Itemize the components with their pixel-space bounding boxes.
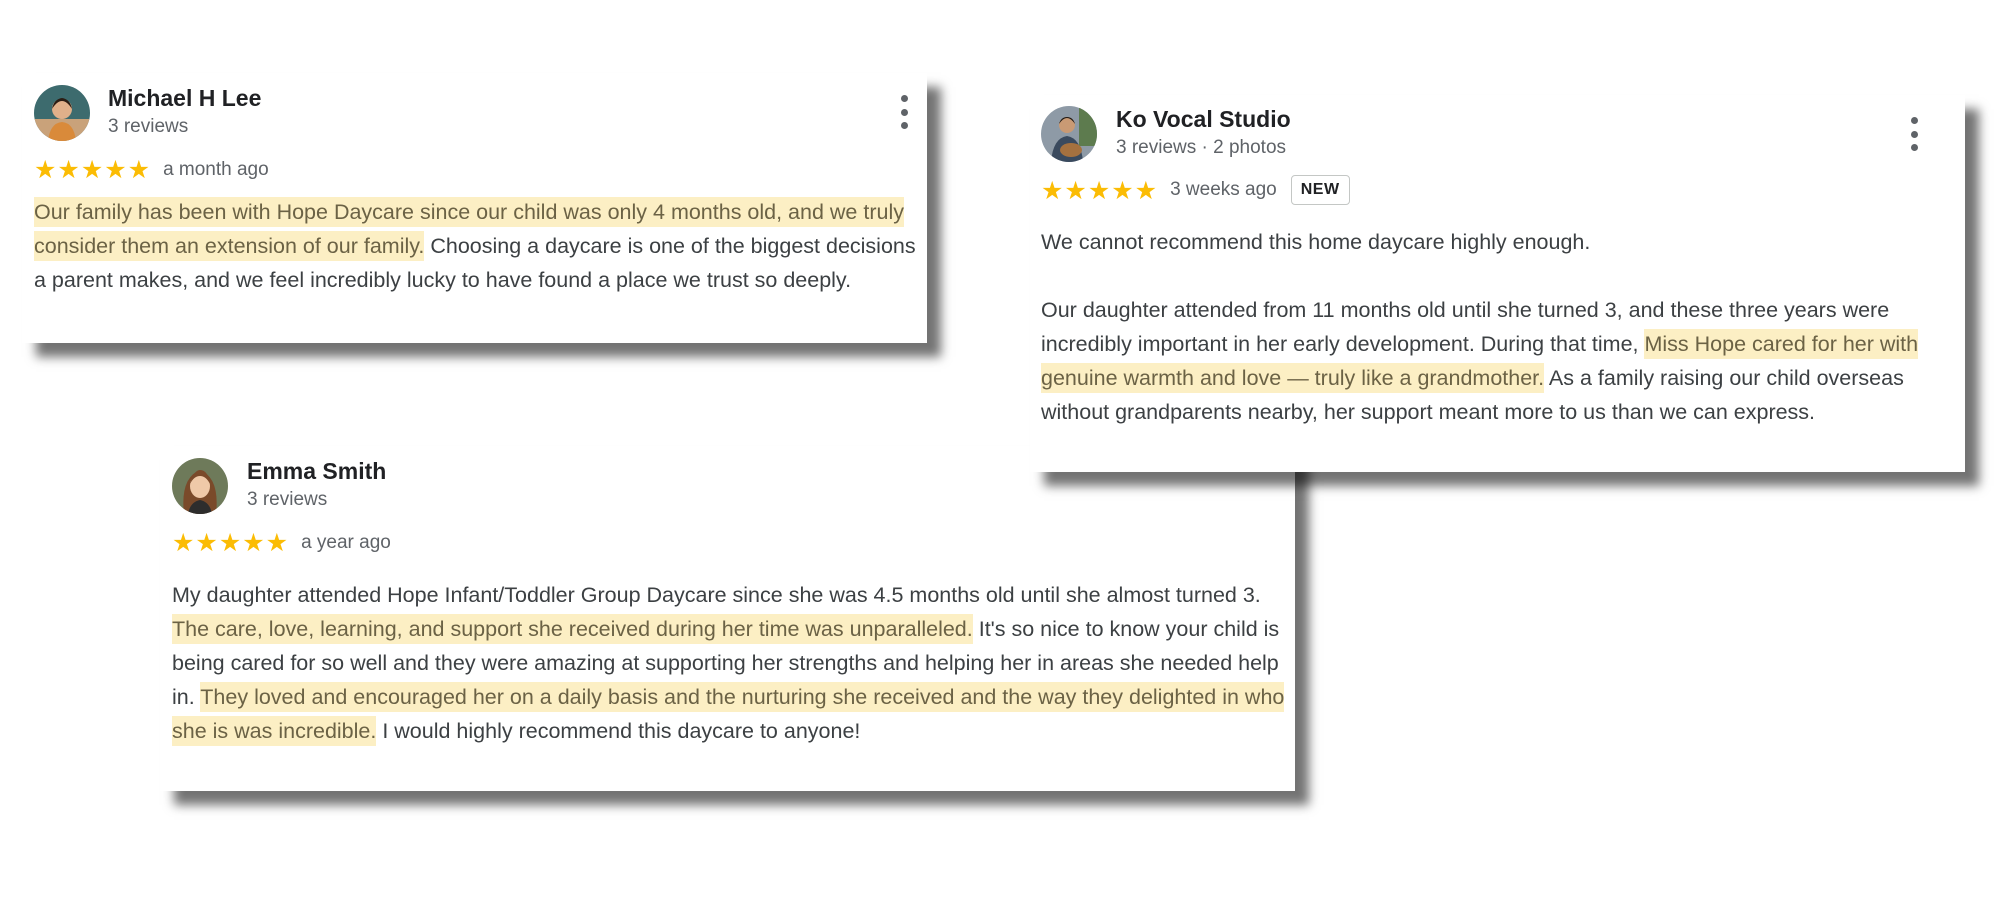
review-date: a year ago — [301, 531, 391, 553]
avatar[interactable] — [34, 85, 90, 141]
more-options-icon[interactable] — [894, 95, 914, 129]
review-card-ko-vocal-studio: Ko Vocal Studio 3 reviews · 2 photos ★★★… — [1030, 95, 1965, 472]
review-date: a month ago — [163, 158, 269, 180]
star-rating: ★★★★★ — [1041, 175, 1159, 205]
review-date: 3 weeks ago — [1170, 179, 1277, 200]
star-rating: ★★★★★ — [34, 155, 152, 184]
review-text-segment: I would highly recommend this daycare to… — [376, 719, 861, 743]
reviewer-name[interactable]: Ko Vocal Studio — [1116, 106, 1291, 133]
reviewer-name[interactable]: Michael H Lee — [108, 85, 261, 112]
avatar[interactable] — [172, 458, 228, 514]
review-text-intro: We cannot recommend this home daycare hi… — [1041, 230, 1591, 254]
rating-row: ★★★★★ a month ago — [34, 155, 269, 184]
avatar[interactable] — [1041, 106, 1097, 162]
rating-row: ★★★★★ a year ago — [172, 528, 391, 557]
review-text-segment: My daughter attended Hope Infant/Toddler… — [172, 583, 1261, 607]
review-text: We cannot recommend this home daycare hi… — [1041, 225, 1941, 429]
highlighted-text: The care, love, learning, and support sh… — [172, 614, 973, 644]
review-card-michael-h-lee: Michael H Lee 3 reviews ★★★★★ a month ag… — [22, 73, 927, 343]
review-collage: Michael H Lee 3 reviews ★★★★★ a month ag… — [0, 0, 2000, 900]
star-rating: ★★★★★ — [172, 528, 290, 557]
review-text: Our family has been with Hope Daycare si… — [34, 195, 924, 297]
new-badge: NEW — [1290, 175, 1350, 205]
reviewer-meta: 3 reviews — [108, 116, 189, 137]
more-options-icon[interactable] — [1904, 117, 1924, 151]
reviewer-meta: 3 reviews · 2 photos — [1116, 137, 1287, 158]
review-card-emma-smith: Emma Smith 3 reviews ★★★★★ a year ago My… — [160, 446, 1295, 791]
reviewer-name[interactable]: Emma Smith — [247, 458, 386, 485]
rating-row: ★★★★★ 3 weeks ago NEW — [1041, 175, 1350, 205]
reviewer-meta: 3 reviews — [247, 489, 328, 510]
review-text: My daughter attended Hope Infant/Toddler… — [172, 578, 1292, 748]
